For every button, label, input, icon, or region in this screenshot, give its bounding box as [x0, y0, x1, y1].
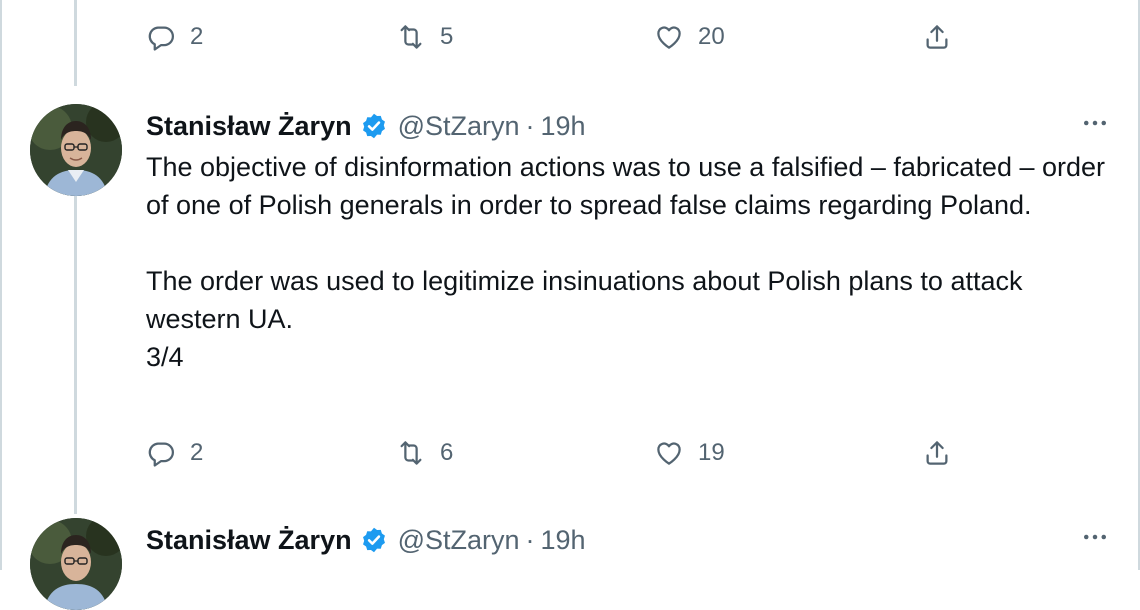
like-icon [657, 442, 681, 465]
thread-connector [74, 0, 77, 86]
retweet-button[interactable]: 6 [396, 438, 453, 468]
like-icon [657, 26, 681, 49]
retweet-count: 6 [440, 439, 454, 466]
retweet-icon [400, 25, 422, 49]
retweet-button[interactable]: 5 [396, 22, 453, 52]
tweet-action-bar: 2 5 20 [146, 22, 1120, 62]
like-button[interactable]: 19 [654, 438, 725, 468]
tweet-paragraph: The order was used to legitimize insinua… [146, 266, 1023, 334]
reply-icon [148, 26, 174, 51]
share-button[interactable] [922, 438, 952, 468]
reply-button[interactable]: 2 [146, 438, 203, 468]
more-options-icon[interactable] [1080, 108, 1110, 138]
window-border-left [0, 0, 2, 570]
retweet-icon [400, 441, 422, 465]
reply-button[interactable]: 2 [146, 22, 203, 52]
tweet-action-bar: 2 6 19 [146, 438, 1120, 478]
tweet-timestamp[interactable]: 19h [541, 525, 586, 556]
author-name[interactable]: Stanisław Żaryn [146, 111, 352, 142]
verified-badge-icon [362, 527, 385, 553]
separator-dot: · [525, 110, 535, 141]
like-count: 20 [698, 23, 725, 50]
reply-count: 2 [190, 23, 204, 50]
tweet-text: The objective of disinformation actions … [146, 148, 1106, 376]
thread-connector [74, 196, 77, 514]
author-handle[interactable]: @StZaryn [398, 525, 520, 556]
retweet-count: 5 [440, 23, 454, 50]
tweet-paragraph: 3/4 [146, 342, 184, 372]
tweet-header: Stanisław Żaryn @StZaryn · 19h [146, 106, 1110, 146]
share-icon [926, 25, 948, 49]
more-options-icon[interactable] [1080, 522, 1110, 552]
share-button[interactable] [922, 22, 952, 52]
tweet-timestamp[interactable]: 19h [541, 111, 586, 142]
avatar[interactable] [30, 104, 122, 196]
share-icon [926, 441, 948, 465]
reply-icon [148, 442, 174, 467]
author-name[interactable]: Stanisław Żaryn [146, 525, 352, 556]
verified-badge-icon [362, 113, 385, 139]
separator-dot: · [525, 524, 535, 555]
tweet-paragraph: The objective of disinformation actions … [146, 152, 1106, 220]
tweet-header: Stanisław Żaryn @StZaryn · 19h [146, 520, 1110, 560]
reply-count: 2 [190, 439, 204, 466]
like-count: 19 [698, 439, 725, 466]
like-button[interactable]: 20 [654, 22, 725, 52]
author-handle[interactable]: @StZaryn [398, 111, 520, 142]
avatar[interactable] [30, 518, 122, 610]
